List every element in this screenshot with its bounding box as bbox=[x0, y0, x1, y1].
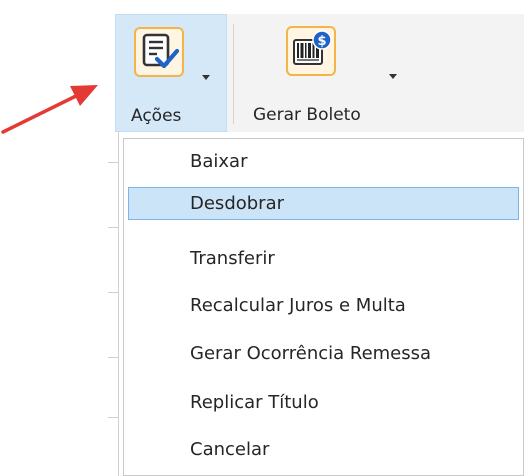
acoes-button[interactable]: Ações bbox=[115, 14, 227, 132]
menu-item-label: Cancelar bbox=[190, 439, 270, 460]
menu-item-baixar[interactable]: Baixar bbox=[128, 145, 519, 178]
menu-item-label: Recalcular Juros e Multa bbox=[190, 295, 406, 316]
menu-item-label: Baixar bbox=[190, 151, 248, 172]
menu-item-replicar-titulo[interactable]: Replicar Título bbox=[128, 386, 519, 419]
menu-item-transferir[interactable]: Transferir bbox=[128, 242, 519, 275]
svg-text:$: $ bbox=[317, 34, 326, 49]
menu-item-gerar-ocorrencia-remessa[interactable]: Gerar Ocorrência Remessa bbox=[128, 337, 519, 370]
menu-item-cancelar[interactable]: Cancelar bbox=[128, 433, 519, 466]
gerar-boleto-label: Gerar Boleto bbox=[253, 105, 361, 125]
chevron-down-icon bbox=[202, 75, 210, 80]
menu-item-label: Replicar Título bbox=[190, 392, 319, 413]
ribbon-toolbar: Ações $ Gerar Boleto bbox=[115, 14, 524, 132]
barcode-money-icon: $ bbox=[286, 26, 336, 76]
chevron-down-icon bbox=[389, 74, 397, 79]
ribbon-separator bbox=[233, 24, 234, 124]
menu-item-label: Transferir bbox=[190, 248, 275, 269]
background-grid bbox=[0, 132, 125, 476]
gerar-boleto-button[interactable]: $ Gerar Boleto bbox=[245, 14, 405, 132]
menu-item-desdobrar[interactable]: Desdobrar bbox=[128, 187, 519, 220]
checklist-icon bbox=[134, 27, 184, 77]
menu-item-label: Gerar Ocorrência Remessa bbox=[190, 343, 432, 364]
acoes-dropdown-menu: Baixar Desdobrar Transferir Recalcular J… bbox=[123, 138, 524, 476]
menu-item-label: Desdobrar bbox=[190, 193, 285, 214]
acoes-label: Ações bbox=[131, 106, 182, 126]
menu-item-recalcular-juros-e-multa[interactable]: Recalcular Juros e Multa bbox=[128, 289, 519, 322]
